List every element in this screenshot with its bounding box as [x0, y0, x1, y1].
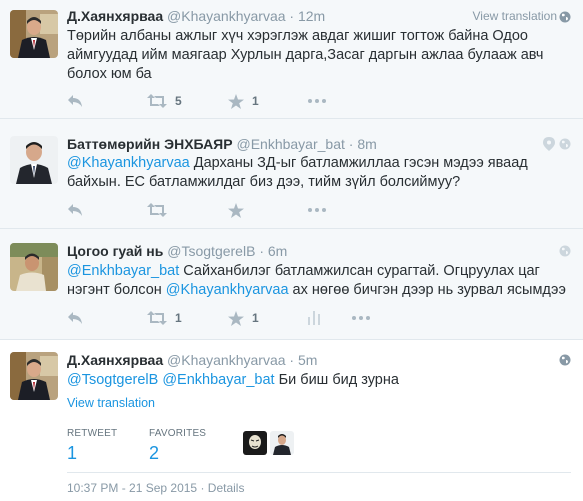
reply-button[interactable] — [67, 308, 83, 328]
avatar[interactable] — [10, 243, 58, 291]
retweet-button[interactable]: 5 — [147, 91, 182, 111]
favoriter-avatar[interactable] — [270, 431, 294, 455]
tweet-header: Баттөмөрийн ЭНХБАЯР @Enkhbayar_bat · 8m — [67, 136, 377, 152]
favorite-button[interactable]: 1 — [228, 308, 259, 328]
avatar[interactable] — [10, 136, 58, 184]
fullname[interactable]: Баттөмөрийн ЭНХБАЯР — [67, 136, 233, 152]
more-button[interactable] — [352, 308, 370, 328]
favorites-stat-count: 2 — [149, 443, 160, 463]
view-translation-link[interactable]: View translation — [473, 9, 558, 23]
timestamp[interactable]: · 6m — [259, 243, 287, 259]
tweet-1[interactable]: Д.Хаянхярваа @Khayankhyarvaa · 12m View … — [0, 0, 583, 119]
star-icon — [228, 93, 244, 109]
favorite-button[interactable] — [228, 200, 244, 220]
tweet-text: @Enkhbayar_bat Сайханбилэг батламжилсан … — [67, 263, 566, 298]
view-translation-link[interactable]: View translation — [67, 394, 571, 413]
reply-icon — [68, 204, 82, 216]
star-icon — [228, 310, 244, 326]
analytics-icon — [308, 311, 320, 325]
timestamp[interactable]: · 12m — [289, 8, 325, 24]
fullname[interactable]: Д.Хаянхярваа — [67, 8, 163, 24]
full-timestamp: 10:37 PM - 21 Sep 2015 — [67, 481, 198, 495]
more-icon — [308, 99, 326, 103]
tweet-meta: 10:37 PM - 21 Sep 2015 · Details — [67, 481, 245, 495]
tweet-2[interactable]: Баттөмөрийн ЭНХБАЯР @Enkhbayar_bat · 8m … — [0, 119, 583, 229]
avatar[interactable] — [10, 352, 58, 400]
more-button[interactable] — [308, 91, 326, 111]
mention-link[interactable]: @TsogtgerelB — [67, 372, 158, 388]
tweet-actions: 1 1 — [67, 308, 370, 328]
tweet-text: @TsogtgerelB @Enkhbayar_bat Би биш бид з… — [67, 372, 399, 388]
retweet-stat-count: 1 — [67, 443, 78, 463]
globe-icon — [559, 354, 571, 366]
timestamp[interactable]: · 5m — [289, 352, 317, 368]
details-link[interactable]: Details — [208, 481, 245, 495]
username[interactable]: @Enkhbayar_bat — [236, 136, 344, 152]
favoriter-avatars — [243, 431, 294, 455]
mention-link[interactable]: @Enkhbayar_bat — [162, 372, 274, 388]
favoriter-avatar[interactable] — [243, 431, 267, 455]
retweet-stat[interactable]: RETWEET 1 — [67, 428, 117, 464]
reply-button[interactable] — [67, 91, 83, 111]
tweet-actions — [67, 200, 367, 220]
globe-icon — [559, 245, 571, 257]
fullname[interactable]: Д.Хаянхярваа — [67, 352, 163, 368]
retweet-button[interactable] — [147, 200, 167, 220]
reply-icon — [68, 95, 82, 107]
tweet-3[interactable]: Цогоо гуай нь @TsogtgerelB · 6m @Enkhbay… — [0, 229, 583, 340]
avatar[interactable] — [10, 10, 58, 58]
retweet-button[interactable]: 1 — [147, 308, 182, 328]
favorite-count: 1 — [252, 94, 259, 108]
tweet-header: Д.Хаянхярваа @Khayankhyarvaa · 5m — [67, 352, 317, 368]
more-icon — [308, 208, 326, 212]
favorites-stat[interactable]: FAVORITES 2 — [149, 428, 206, 464]
username[interactable]: @Khayankhyarvaa — [167, 352, 286, 368]
star-icon — [228, 202, 244, 218]
retweet-count: 1 — [175, 311, 182, 325]
favorites-stat-label: FAVORITES — [149, 428, 207, 439]
more-button[interactable] — [308, 200, 326, 220]
divider — [67, 472, 571, 473]
fullname[interactable]: Цогоо гуай нь — [67, 243, 163, 259]
globe-icon — [559, 11, 571, 23]
mention-link[interactable]: @Khayankhyarvaa — [166, 282, 289, 298]
tweet-header: Д.Хаянхярваа @Khayankhyarvaa · 12m — [67, 8, 325, 24]
tweet-text: @Khayankhyarvaa Дарханы ЗД-ыг батламжилл… — [67, 155, 528, 190]
retweet-icon — [147, 94, 167, 108]
more-icon — [352, 316, 370, 320]
retweet-count: 5 — [175, 94, 182, 108]
reply-button[interactable] — [67, 200, 83, 220]
location-pin-icon — [543, 137, 555, 151]
tweet-permalink: Д.Хаянхярваа @Khayankhyarvaa · 5m @Tsogt… — [0, 340, 583, 501]
username[interactable]: @Khayankhyarvaa — [167, 8, 286, 24]
tweet-text: Төрийн албаны ажлыг хүч хэрэглэж авдаг ж… — [67, 28, 544, 82]
mention-link[interactable]: @Enkhbayar_bat — [67, 263, 179, 279]
tweet-actions: 5 1 — [67, 91, 367, 111]
tweet-header: Цогоо гуай нь @TsogtgerelB · 6m — [67, 243, 287, 259]
analytics-button[interactable] — [308, 308, 320, 328]
timestamp[interactable]: · 8m — [349, 136, 377, 152]
mention-link[interactable]: @Khayankhyarvaa — [67, 155, 190, 171]
favorite-count: 1 — [252, 311, 259, 325]
retweet-icon — [147, 311, 167, 325]
retweet-stat-label: RETWEET — [67, 428, 118, 439]
favorite-button[interactable]: 1 — [228, 91, 259, 111]
username[interactable]: @TsogtgerelB — [167, 243, 255, 259]
retweet-icon — [147, 203, 167, 217]
globe-icon — [559, 138, 571, 150]
reply-icon — [68, 312, 82, 324]
